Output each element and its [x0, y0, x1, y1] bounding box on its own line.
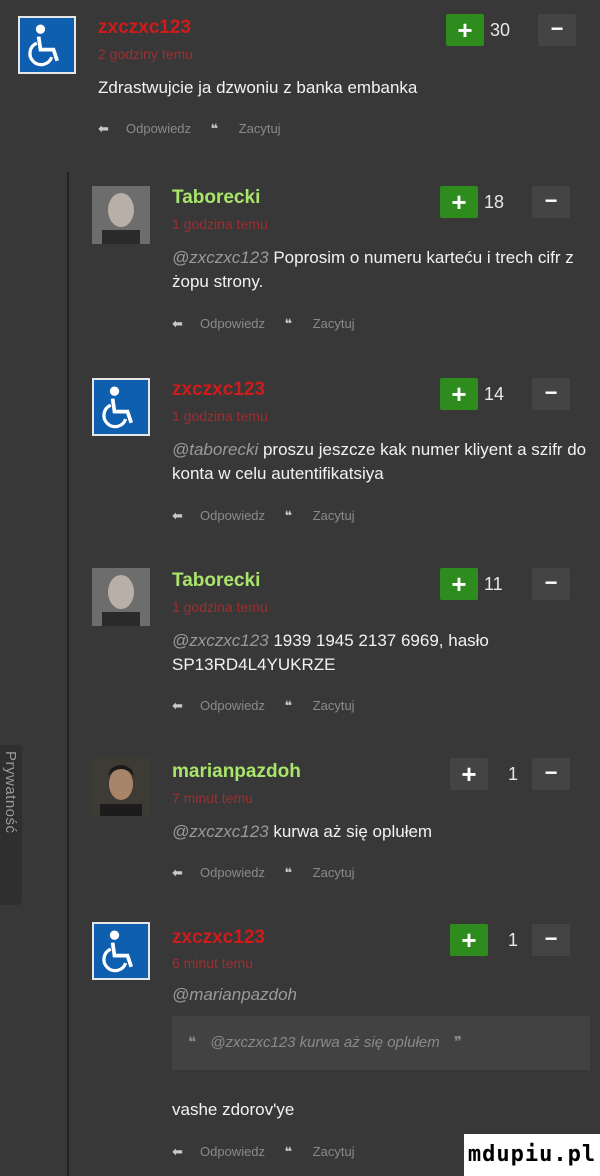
- quote-close-icon: ❞: [453, 1034, 462, 1051]
- comment-text: @taborecki proszu jeszcze kak numer kliy…: [172, 440, 587, 483]
- quote-icon: ❝: [284, 316, 293, 331]
- reply-arrow-icon: ⬅: [172, 316, 183, 331]
- quote-button[interactable]: ❝ Zacytuj: [285, 316, 355, 332]
- quote-open-icon: ❝: [188, 1034, 197, 1051]
- username[interactable]: zxczxc123: [98, 17, 191, 39]
- upvote-button[interactable]: +: [440, 568, 478, 600]
- mention[interactable]: @zxczxc123: [172, 631, 269, 650]
- username[interactable]: zxczxc123: [172, 379, 265, 401]
- downvote-button[interactable]: −: [532, 758, 570, 790]
- reply-button[interactable]: ⬅ Odpowiedz: [172, 698, 265, 714]
- downvote-button[interactable]: −: [532, 924, 570, 956]
- quote-button[interactable]: ❝ Zacytuj: [285, 698, 355, 714]
- quote-icon: ❝: [284, 865, 293, 880]
- avatar[interactable]: [92, 568, 150, 626]
- comment-actions: ⬅ Odpowiedz ❝ Zacytuj: [172, 316, 371, 332]
- vote-count: 30: [490, 20, 511, 40]
- reply-arrow-icon: ⬅: [172, 865, 183, 880]
- upvote-button[interactable]: +: [450, 758, 488, 790]
- vote-count: 1: [508, 764, 519, 784]
- comment-text: @zxczxc123 1939 1945 2137 6969, hasło SP…: [172, 631, 489, 674]
- quote-icon: ❝: [284, 508, 293, 523]
- quote-button[interactable]: ❝ Zacytuj: [285, 1144, 355, 1160]
- mention[interactable]: @zxczxc123: [172, 822, 269, 841]
- quote-button[interactable]: ❝ Zacytuj: [285, 508, 355, 524]
- reply-button[interactable]: ⬅ Odpowiedz: [172, 1144, 265, 1160]
- timestamp: 2 godziny temu: [98, 46, 193, 62]
- reply-button[interactable]: ⬅ Odpowiedz: [98, 121, 191, 137]
- wheelchair-icon[interactable]: [92, 922, 150, 980]
- username[interactable]: marianpazdoh: [172, 761, 301, 783]
- timestamp: 6 minut temu: [172, 955, 253, 971]
- comment-text: vashe zdorov'ye: [172, 1100, 295, 1119]
- upvote-button[interactable]: +: [446, 14, 484, 46]
- quote-icon: ❝: [210, 121, 219, 136]
- wheelchair-icon[interactable]: [92, 378, 150, 436]
- site-watermark: mdupiu.pl: [464, 1134, 600, 1176]
- reply-button[interactable]: ⬅ Odpowiedz: [172, 508, 265, 524]
- username[interactable]: Taborecki: [172, 570, 260, 592]
- comment-actions: ⬅ Odpowiedz ❝ Zacytuj: [172, 508, 371, 524]
- username[interactable]: zxczxc123: [172, 927, 265, 949]
- thread-line: [67, 172, 69, 1176]
- comment-actions: ⬅ Odpowiedz ❝ Zacytuj: [172, 698, 371, 714]
- vote-count: 11: [484, 574, 503, 594]
- upvote-button[interactable]: +: [440, 186, 478, 218]
- comment-text: @zxczxc123 kurwa aż się oplułem: [172, 822, 433, 841]
- upvote-button[interactable]: +: [450, 924, 488, 956]
- timestamp: 1 godzina temu: [172, 599, 268, 615]
- username[interactable]: Taborecki: [172, 187, 260, 209]
- vote-count: 1: [508, 930, 519, 950]
- quote-icon: ❝: [284, 1144, 293, 1159]
- reply-arrow-icon: ⬅: [98, 121, 109, 136]
- downvote-button[interactable]: −: [538, 14, 576, 46]
- reply-arrow-icon: ⬅: [172, 698, 183, 713]
- wheelchair-icon[interactable]: [18, 16, 76, 74]
- comment-mention-line: @marianpazdoh: [172, 983, 297, 1007]
- downvote-button[interactable]: −: [532, 186, 570, 218]
- comment-actions: ⬅ Odpowiedz ❝ Zacytuj: [172, 1144, 371, 1160]
- comment-actions: ⬅ Odpowiedz ❝ Zacytuj: [98, 121, 297, 137]
- mention[interactable]: @zxczxc123: [172, 248, 269, 267]
- timestamp: 1 godzina temu: [172, 408, 268, 424]
- downvote-button[interactable]: −: [532, 568, 570, 600]
- comment-actions: ⬅ Odpowiedz ❝ Zacytuj: [172, 865, 371, 881]
- avatar[interactable]: [92, 186, 150, 244]
- quote-block: ❝ @zxczxc123 kurwa aż się oplułem ❞: [172, 1016, 590, 1070]
- privacy-tab-label: Prywatność: [2, 751, 19, 834]
- quote-button[interactable]: ❝ Zacytuj: [285, 865, 355, 881]
- vote-count: 14: [484, 384, 505, 404]
- comment-text: @zxczxc123 Poprosim o numeru karteću i t…: [172, 248, 574, 291]
- privacy-tab[interactable]: Prywatność: [0, 745, 22, 905]
- mention[interactable]: @marianpazdoh: [172, 985, 297, 1004]
- quote-button[interactable]: ❝ Zacytuj: [211, 121, 281, 137]
- timestamp: 7 minut temu: [172, 790, 253, 806]
- comment-text: Zdrastwujcie ja dzwoniu z banka embanka: [98, 78, 418, 97]
- downvote-button[interactable]: −: [532, 378, 570, 410]
- vote-count: 18: [484, 192, 505, 212]
- reply-arrow-icon: ⬅: [172, 508, 183, 523]
- reply-arrow-icon: ⬅: [172, 1144, 183, 1159]
- upvote-button[interactable]: +: [440, 378, 478, 410]
- quote-text: @zxczxc123 kurwa aż się oplułem: [210, 1034, 440, 1051]
- reply-button[interactable]: ⬅ Odpowiedz: [172, 865, 265, 881]
- reply-button[interactable]: ⬅ Odpowiedz: [172, 316, 265, 332]
- mention[interactable]: @taborecki: [172, 440, 258, 459]
- quote-icon: ❝: [284, 698, 293, 713]
- avatar[interactable]: [92, 758, 150, 816]
- timestamp: 1 godzina temu: [172, 216, 268, 232]
